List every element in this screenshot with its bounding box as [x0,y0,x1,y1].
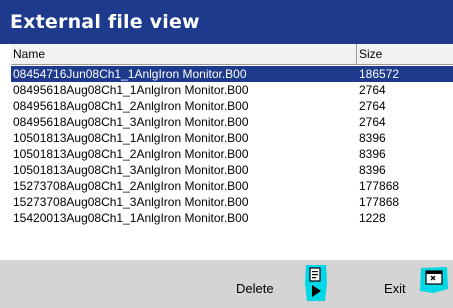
file-name: 08495618Aug08Ch1_2AnlgIron Monitor.B00 [13,99,249,113]
exit-window-icon[interactable] [419,265,449,295]
file-name: 10501813Aug08Ch1_1AnlgIron Monitor.B00 [13,131,249,145]
file-size: 8396 [359,163,386,177]
delete-doc-icon[interactable] [303,263,329,303]
title-bar: External file view [0,0,453,44]
external-file-view-window: External file view Name Size 08454716Jun… [0,0,453,308]
file-name: 10501813Aug08Ch1_3AnlgIron Monitor.B00 [13,163,249,177]
file-name: 15273708Aug08Ch1_2AnlgIron Monitor.B00 [13,179,249,193]
file-name: 10501813Aug08Ch1_2AnlgIron Monitor.B00 [13,147,249,161]
file-size: 1228 [359,211,386,225]
file-size: 8396 [359,131,386,145]
file-list[interactable]: Name Size 08454716Jun08Ch1_1AnlgIron Mon… [11,44,453,260]
file-row[interactable]: 15273708Aug08Ch1_2AnlgIron Monitor.B00 17… [11,178,453,194]
file-row[interactable]: 10501813Aug08Ch1_3AnlgIron Monitor.B00 83… [11,162,453,178]
bottom-toolbar: Delete Exit [0,260,453,308]
file-name: 15420013Aug08Ch1_1AnlgIron Monitor.B00 [13,211,249,225]
file-rows: 08454716Jun08Ch1_1AnlgIron Monitor.B00 18… [11,66,453,226]
file-size: 2764 [359,99,386,113]
file-size: 177868 [359,179,400,193]
list-header: Name Size [11,44,453,65]
file-size: 177868 [359,195,400,209]
file-row[interactable]: 08495618Aug08Ch1_3AnlgIron Monitor.B00 27… [11,114,453,130]
delete-button[interactable]: Delete [236,281,274,296]
file-name: 08495618Aug08Ch1_1AnlgIron Monitor.B00 [13,83,249,97]
column-header-size[interactable]: Size [357,44,453,64]
file-size: 2764 [359,83,386,97]
file-row[interactable]: 08495618Aug08Ch1_1AnlgIron Monitor.B00 27… [11,82,453,98]
window-title: External file view [10,11,200,33]
file-row[interactable]: 10501813Aug08Ch1_1AnlgIron Monitor.B00 83… [11,130,453,146]
file-row[interactable]: 08495618Aug08Ch1_2AnlgIron Monitor.B00 27… [11,98,453,114]
column-header-name[interactable]: Name [11,44,357,64]
file-name: 08495618Aug08Ch1_3AnlgIron Monitor.B00 [13,115,249,129]
file-size: 8396 [359,147,386,161]
file-size: 186572 [359,67,400,81]
file-row[interactable]: 15420013Aug08Ch1_1AnlgIron Monitor.B00 12… [11,210,453,226]
exit-button[interactable]: Exit [384,281,406,296]
file-size: 2764 [359,115,386,129]
file-name: 08454716Jun08Ch1_1AnlgIron Monitor.B00 [13,67,247,81]
file-name: 15273708Aug08Ch1_3AnlgIron Monitor.B00 [13,195,249,209]
file-row[interactable]: 10501813Aug08Ch1_2AnlgIron Monitor.B00 83… [11,146,453,162]
file-row[interactable]: 08454716Jun08Ch1_1AnlgIron Monitor.B00 18… [11,66,453,82]
file-row[interactable]: 15273708Aug08Ch1_3AnlgIron Monitor.B00 17… [11,194,453,210]
